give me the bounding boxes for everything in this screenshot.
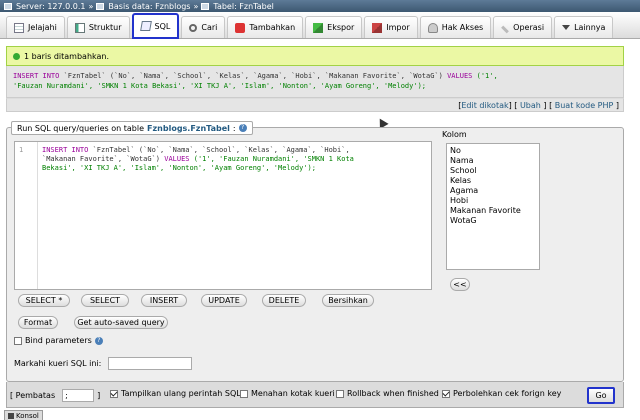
- tab-bar: Jelajahi Struktur SQL Cari Tambahkan Eks…: [0, 12, 640, 39]
- breadcrumb-database[interactable]: Basis data: Fznblogs: [96, 2, 190, 11]
- browse-icon: [14, 22, 24, 33]
- import-icon: [372, 22, 383, 33]
- delimiter-input[interactable]: ;: [62, 389, 95, 402]
- tab-export[interactable]: Ekspor: [305, 16, 363, 38]
- help-icon[interactable]: ?: [94, 336, 103, 345]
- show-query-checkbox[interactable]: [110, 389, 118, 398]
- sql-editor[interactable]: 1 INSERT INTO `FznTabel` (`No`, `Nama`, …: [14, 141, 432, 290]
- bookmark-input[interactable]: [108, 357, 193, 370]
- breadcrumb-separator: »: [193, 1, 199, 11]
- columns-label: Kolom: [442, 130, 467, 139]
- edit-inline-link[interactable]: Edit dikotak: [461, 101, 508, 110]
- columns-list[interactable]: No Nama School Kelas Agama Hobi Makanan …: [446, 143, 540, 270]
- breadcrumb-table[interactable]: Tabel: FznTabel: [201, 2, 274, 11]
- go-button[interactable]: Go: [587, 387, 615, 404]
- success-text: 1 baris ditambahkan.: [24, 51, 110, 61]
- column-item[interactable]: WotaG: [450, 216, 536, 226]
- insert-icon: [235, 22, 246, 33]
- structure-icon: [74, 22, 85, 33]
- tab-browse[interactable]: Jelajahi: [6, 16, 65, 38]
- column-item[interactable]: Kelas: [450, 176, 536, 186]
- tab-operations[interactable]: Operasi: [493, 16, 553, 38]
- column-item[interactable]: Makanan Favorite: [450, 206, 536, 216]
- console-icon: [8, 412, 14, 419]
- column-item[interactable]: Agama: [450, 186, 536, 196]
- executed-sql-line-2: 'Fauzan Nuramdani', 'SMKN 1 Kota Bekasi'…: [13, 82, 427, 90]
- tab-import[interactable]: Impor: [364, 16, 418, 38]
- column-item[interactable]: Nama: [450, 156, 536, 166]
- sql-editor-text[interactable]: INSERT INTO `FznTabel` (`No`, `Nama`, `S…: [38, 142, 431, 289]
- bind-parameters-checkbox[interactable]: [14, 336, 22, 345]
- sql-icon: [139, 21, 152, 31]
- breadcrumb-separator: »: [88, 1, 94, 11]
- delimiter-row: [ Pembatas ; ]: [10, 389, 101, 402]
- table-icon: [201, 2, 210, 10]
- search-icon: [189, 23, 198, 32]
- tab-sql[interactable]: SQL: [131, 13, 180, 39]
- bind-parameters-label: Bind parameters: [25, 336, 92, 345]
- tab-structure[interactable]: Struktur: [66, 16, 130, 38]
- column-item[interactable]: Hobi: [450, 196, 536, 206]
- sql-links: [Edit dikotak] [ Ubah ] [ Buat kode PHP …: [6, 98, 624, 112]
- column-item[interactable]: No: [450, 146, 536, 156]
- column-item[interactable]: School: [450, 166, 536, 176]
- help-icon[interactable]: ?: [238, 124, 247, 132]
- rollback-checkbox[interactable]: [336, 389, 344, 398]
- insert-button[interactable]: INSERT: [141, 294, 187, 307]
- tab-search[interactable]: Cari: [181, 16, 226, 38]
- bind-parameters-row: Bind parameters ?: [14, 336, 103, 345]
- query-panel-legend: Run SQL query/queries on table Fznblogs.…: [11, 121, 253, 135]
- create-php-link[interactable]: Buat kode PHP: [555, 101, 614, 110]
- operations-icon: [501, 25, 510, 33]
- tab-insert[interactable]: Tambahkan: [227, 16, 304, 38]
- foreign-key-checkbox[interactable]: [442, 389, 450, 398]
- database-icon: [96, 2, 105, 10]
- executed-sql: INSERT INTO `FznTabel` (`No`, `Nama`, `S…: [6, 66, 624, 98]
- select-star-button[interactable]: SELECT *: [18, 294, 70, 307]
- tab-privileges[interactable]: Hak Akses: [419, 16, 492, 38]
- privileges-icon: [427, 22, 438, 33]
- table-link[interactable]: Fznblogs.FznTabel: [147, 124, 230, 133]
- bookmark-row: Markahi kueri SQL ini:: [14, 357, 193, 370]
- retain-box-checkbox[interactable]: [240, 389, 248, 398]
- update-button[interactable]: UPDATE: [201, 294, 247, 307]
- server-icon: [4, 2, 12, 10]
- chevron-down-icon: [562, 25, 571, 30]
- breadcrumb-server[interactable]: Server: 127.0.0.1: [4, 2, 86, 11]
- bookmark-label: Markahi kueri SQL ini:: [14, 359, 102, 368]
- foreign-key-option: Perbolehkan cek forign key: [442, 389, 561, 398]
- export-icon: [313, 22, 324, 33]
- line-number: 1: [15, 142, 38, 289]
- edit-link[interactable]: Ubah: [520, 101, 541, 110]
- breadcrumb: Server: 127.0.0.1 » Basis data: Fznblogs…: [0, 0, 640, 12]
- executed-sql-line-1: INSERT INTO `FznTabel` (`No`, `Nama`, `S…: [13, 72, 498, 80]
- console-tab[interactable]: Konsol: [4, 410, 43, 420]
- rollback-option: Rollback when finished: [336, 389, 439, 398]
- clear-button[interactable]: Bersihkan: [322, 294, 374, 307]
- get-autosaved-query-button[interactable]: Get auto-saved query: [74, 316, 168, 329]
- success-message: 1 baris ditambahkan.: [6, 46, 624, 66]
- success-check-icon: [13, 52, 20, 60]
- select-button[interactable]: SELECT: [81, 294, 129, 307]
- insert-column-button[interactable]: <<: [450, 278, 470, 291]
- delete-button[interactable]: DELETE: [262, 294, 306, 307]
- format-button[interactable]: Format: [18, 316, 58, 329]
- retain-box-option: Menahan kotak kueri: [240, 389, 335, 398]
- tab-more[interactable]: Lainnya: [554, 16, 614, 38]
- show-query-option: Tampilkan ulang perintah SQL: [110, 389, 241, 398]
